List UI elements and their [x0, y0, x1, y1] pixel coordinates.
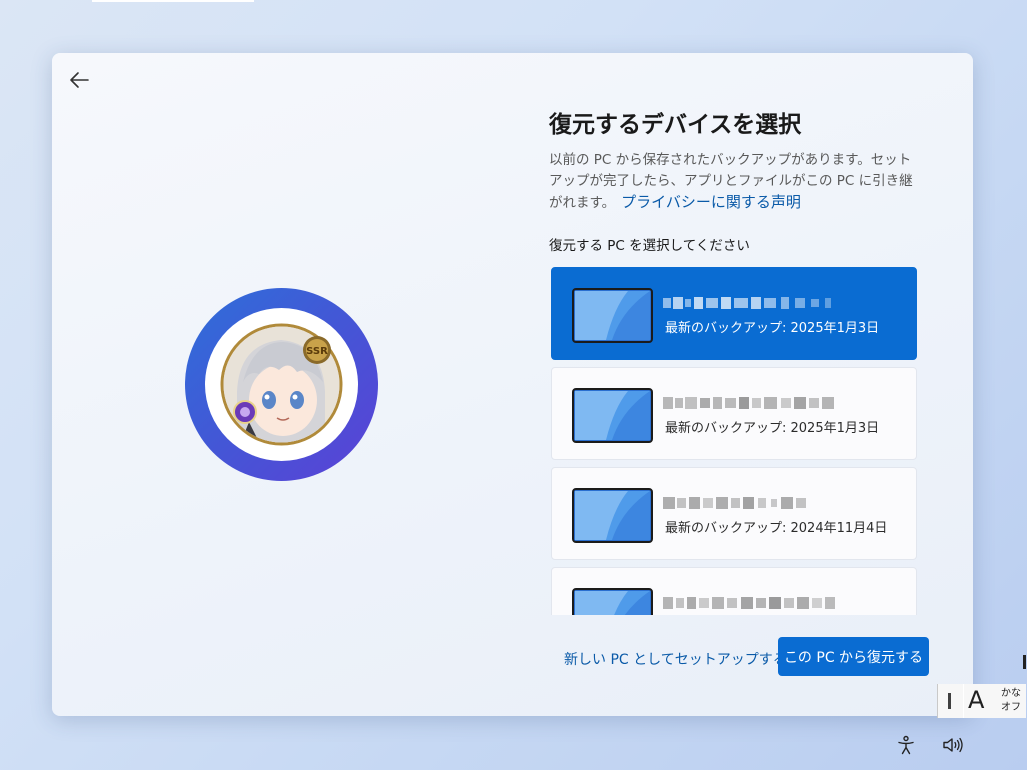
device-backup-date: 最新のバックアップ: 2024年11月4日: [665, 521, 888, 536]
description-line: アップが完了したら、アプリとファイルがこの PC に引き継: [549, 173, 913, 189]
ime-grip-handle[interactable]: [948, 693, 951, 709]
description-line: がれます。 プライバシーに関する声明: [549, 192, 939, 214]
top-edge-highlight: [92, 0, 254, 2]
oobe-window: SSR 復元するデバイスを選択 以前の PC から保存されたバックアップがありま…: [52, 53, 973, 716]
description: 以前の PC から保存されたバックアップがあります。セット アップが完了したら、…: [549, 150, 939, 214]
svg-text:SSR: SSR: [306, 346, 328, 357]
accessibility-icon[interactable]: [896, 735, 916, 755]
pc-thumbnail-icon: [572, 488, 653, 543]
page-title: 復元するデバイスを選択: [549, 112, 802, 138]
device-card[interactable]: 最新のバックアップ: 2025年1月3日: [551, 367, 917, 460]
device-card[interactable]: [551, 567, 917, 615]
device-backup-date: 最新のバックアップ: 2025年1月3日: [665, 321, 880, 336]
description-line: 以前の PC から保存されたバックアップがあります。セット: [549, 152, 912, 168]
pc-thumbnail-icon: [572, 388, 653, 443]
edge-cursor-mark: [1023, 655, 1026, 669]
setup-as-new-pc-link[interactable]: 新しい PC としてセットアップする: [564, 649, 787, 669]
pc-thumbnail-icon: [572, 288, 653, 343]
back-arrow-icon: [70, 72, 89, 88]
ime-kana-line1: かな: [1001, 688, 1021, 699]
device-backup-date: 最新のバックアップ: 2025年1月3日: [665, 421, 880, 436]
device-name-redacted: [663, 397, 834, 409]
restore-from-pc-button[interactable]: この PC から復元する: [778, 637, 929, 676]
volume-icon[interactable]: [942, 736, 964, 754]
ime-divider: [963, 684, 964, 718]
privacy-statement-link[interactable]: プライバシーに関する声明: [621, 193, 801, 211]
user-avatar: SSR: [185, 288, 378, 481]
device-name-redacted: [663, 497, 806, 509]
description-line-tail: がれます。: [549, 195, 616, 211]
ime-kana-toggle[interactable]: かな オフ: [998, 687, 1024, 715]
pc-thumbnail-icon: [572, 588, 653, 615]
ime-toolbar: A かな オフ: [937, 684, 1026, 718]
avatar-frame: SSR: [205, 308, 358, 461]
device-card[interactable]: 最新のバックアップ: 2025年1月3日: [551, 267, 917, 360]
device-name-redacted: [663, 297, 831, 309]
device-name-redacted: [663, 597, 835, 609]
ime-kana-line2: オフ: [1001, 702, 1021, 713]
ime-input-mode-button[interactable]: A: [968, 686, 984, 714]
avatar-image: SSR: [220, 323, 343, 446]
device-card[interactable]: 最新のバックアップ: 2024年11月4日: [551, 467, 917, 560]
device-list[interactable]: 最新のバックアップ: 2025年1月3日 最新のバックアップ: 2025年1月3…: [551, 267, 919, 615]
select-pc-prompt: 復元する PC を選択してください: [549, 238, 750, 254]
back-button[interactable]: [64, 65, 94, 95]
